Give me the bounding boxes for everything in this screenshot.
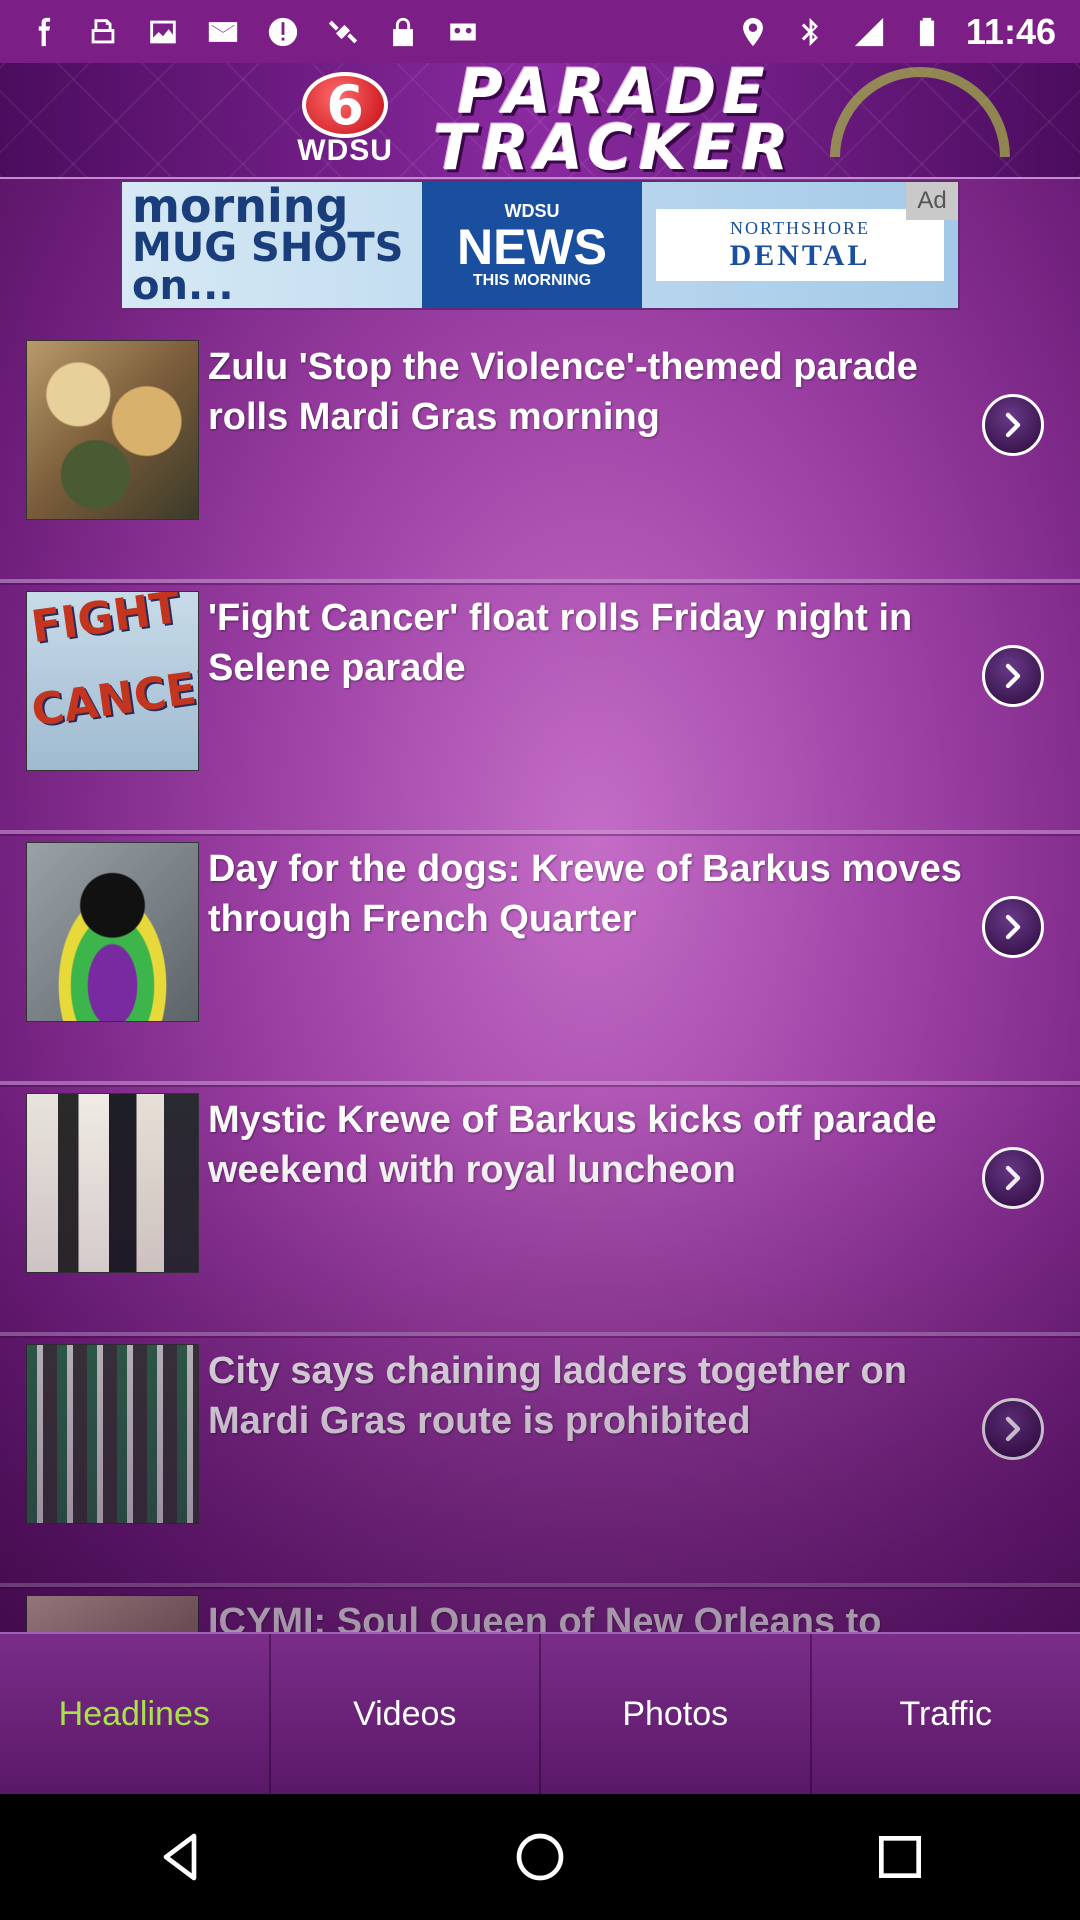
system-icons: 11:46 <box>734 11 1056 53</box>
ad-badge: Ad <box>906 182 958 220</box>
ad-news-word: NEWS <box>457 218 607 275</box>
cassette-icon <box>444 13 482 51</box>
block-icon <box>264 13 302 51</box>
clock: 11:46 <box>965 10 1056 52</box>
image-icon <box>144 13 182 51</box>
ad-sponsor-line-1: NORTHSHORE <box>730 217 870 238</box>
ad-sponsor-line-2: DENTAL <box>729 238 871 272</box>
app-title: PARADE TRACKER <box>433 63 795 184</box>
headline-title: Mystic Krewe of Barkus kicks off parade … <box>208 1099 937 1191</box>
tab-photos[interactable]: Photos <box>541 1634 812 1794</box>
battery-icon <box>908 13 946 51</box>
ad-news-tagline: THIS MORNING <box>472 271 592 289</box>
lock-icon <box>384 13 422 51</box>
status-bar: 11:46 <box>0 0 1080 63</box>
location-icon <box>734 13 772 51</box>
headline-item[interactable]: City says chaining ladders together on M… <box>0 1336 1080 1587</box>
system-nav-bar <box>0 1794 1080 1920</box>
headline-item[interactable]: Mystic Krewe of Barkus kicks off parade … <box>0 1085 1080 1336</box>
headline-thumbnail <box>26 340 199 520</box>
headline-thumbnail: FIGHT CANCER <box>26 591 199 771</box>
headline-item[interactable]: Day for the dogs: Krewe of Barkus moves … <box>0 834 1080 1085</box>
recents-icon[interactable] <box>860 1817 940 1897</box>
headline-title: 'Fight Cancer' float rolls Friday night … <box>208 597 913 689</box>
ad-news-block: WDSU NEWS THIS MORNING <box>422 182 642 308</box>
title-line-2: TRACKER <box>433 111 795 184</box>
headline-thumbnail <box>26 1093 199 1273</box>
chevron-right-icon[interactable] <box>982 645 1044 707</box>
bottom-tab-bar: Headlines Videos Photos Traffic <box>0 1632 1080 1794</box>
facebook-icon <box>24 13 62 51</box>
chevron-right-icon[interactable] <box>982 394 1044 456</box>
ad-morning-mug-shots: morning MUG SHOTS on... <box>122 180 422 309</box>
bluetooth-icon <box>792 13 830 51</box>
chevron-right-icon[interactable] <box>982 1398 1044 1460</box>
chevron-right-icon[interactable] <box>982 1147 1044 1209</box>
headline-thumbnail <box>26 1344 199 1524</box>
headline-thumbnail <box>26 842 199 1022</box>
ad-sponsor-logo: NORTHSHORE DENTAL <box>656 209 944 281</box>
ad-mug-line-2: MUG SHOTS on... <box>132 224 404 309</box>
fax-icon <box>84 13 122 51</box>
headline-item[interactable]: FIGHT CANCER 'Fight Cancer' float rolls … <box>0 583 1080 834</box>
headline-title: City says chaining ladders together on M… <box>208 1350 907 1442</box>
signal-icon <box>850 13 888 51</box>
tab-videos[interactable]: Videos <box>271 1634 541 1794</box>
channel-number: 6 <box>302 72 389 138</box>
tab-traffic[interactable]: Traffic <box>812 1634 1080 1794</box>
ad-banner[interactable]: morning MUG SHOTS on... WDSU NEWS THIS M… <box>120 180 960 310</box>
headline-title: Day for the dogs: Krewe of Barkus moves … <box>208 848 962 940</box>
app-content: 6 WDSU PARADE TRACKER morning MUG SHOTS … <box>0 63 1080 1794</box>
fight-thumb-text-1: FIGHT <box>28 591 184 654</box>
headline-item[interactable]: Zulu 'Stop the Violence'-themed parade r… <box>0 332 1080 583</box>
tab-headlines[interactable]: Headlines <box>0 1634 271 1794</box>
chevron-right-icon[interactable] <box>982 896 1044 958</box>
app-header-banner: 6 WDSU PARADE TRACKER <box>0 63 1080 179</box>
fight-thumb-text-2: CANCER <box>28 658 199 737</box>
satellite-icon <box>324 13 362 51</box>
home-icon[interactable] <box>500 1817 580 1897</box>
mail-icon <box>204 13 242 51</box>
call-sign: WDSU <box>297 134 393 167</box>
back-icon[interactable] <box>140 1817 220 1897</box>
notification-icons <box>24 13 482 51</box>
ad-mug-line-1: morning <box>132 180 349 234</box>
radar-graphic <box>830 67 1010 157</box>
headline-title: Zulu 'Stop the Violence'-themed parade r… <box>208 346 918 438</box>
headline-list: Zulu 'Stop the Violence'-themed parade r… <box>0 332 1080 1794</box>
wdsu-logo: 6 WDSU <box>285 72 405 168</box>
